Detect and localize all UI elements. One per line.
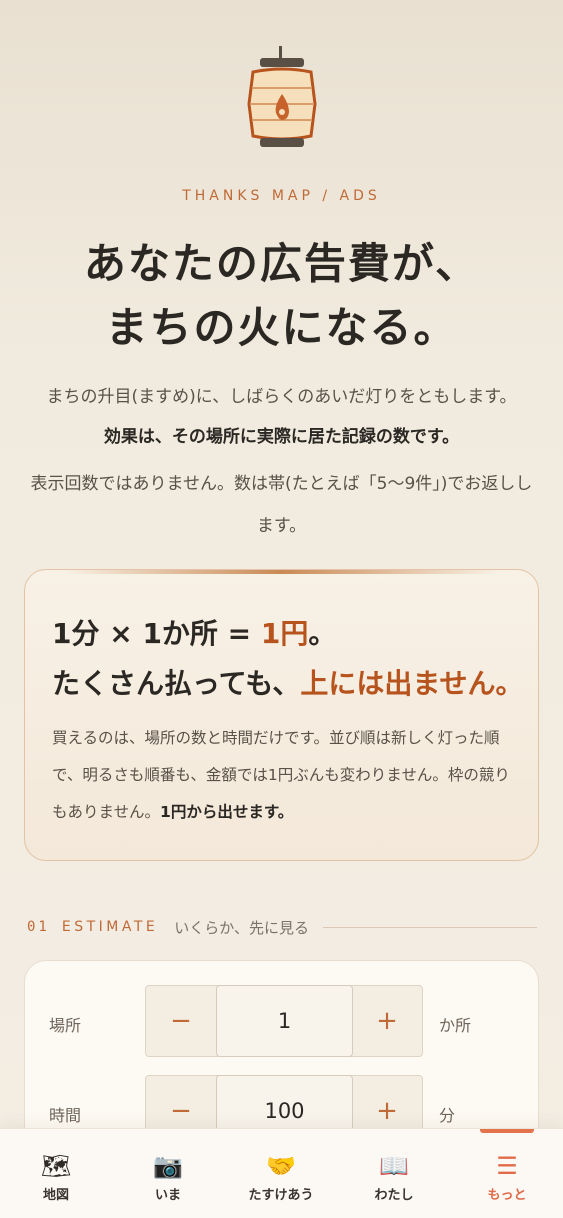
tab-map-label: 地図 <box>42 1188 69 1203</box>
handshake-icon: 🤝 <box>266 1152 296 1180</box>
pricing-body: 買えるのは、場所の数と時間だけです。並び順は新しく灯った順で、明るさも順番も、金… <box>52 720 517 831</box>
pricing-line-2: たくさん払っても、上には出ません。 <box>52 662 524 702</box>
headline-line-1: あなたの広告費が、 <box>83 239 480 288</box>
pricing-line-1: 1分 × 1か所 = 1円。 <box>52 612 336 652</box>
estimate-section-header: 01 ESTIMATE いくらか、先に見る <box>27 917 537 937</box>
camera-icon: 📷 <box>153 1152 183 1180</box>
pricing-formula: 1分 × 1か所 = <box>52 617 261 650</box>
tab-more[interactable]: ☰ もっと <box>451 1129 563 1218</box>
tab-help-label: たすけあう <box>248 1188 314 1203</box>
menu-icon: ☰ <box>496 1152 518 1180</box>
pricing-period: 。 <box>308 617 337 650</box>
minutes-unit: 分 <box>439 1106 456 1125</box>
section-number: 01 <box>27 919 50 935</box>
places-stepper: − 1 + <box>145 985 423 1057</box>
tab-help[interactable]: 🤝 たすけあう <box>225 1129 337 1218</box>
tab-now[interactable]: 📷 いま <box>112 1129 224 1218</box>
pricing-line-2-accent: 上には出ません。 <box>300 667 524 700</box>
pricing-card: 1分 × 1か所 = 1円。 たくさん払っても、上には出ません。 買えるのは、場… <box>24 569 539 861</box>
intro-text-3: 表示回数ではありません。数は帯(たとえば「5〜9件」)でお返しします。 <box>30 474 533 536</box>
intro-text-2: 効果は、その場所に実際に居た記録の数です。 <box>103 427 460 447</box>
places-unit: か所 <box>439 1016 472 1035</box>
tab-me-label: わたし <box>374 1188 414 1203</box>
tab-more-label: もっと <box>487 1188 527 1203</box>
section-subtitle: いくらか、先に見る <box>174 918 309 937</box>
places-increment-button[interactable]: + <box>352 986 422 1056</box>
lantern-icon <box>247 46 317 147</box>
card-top-glow <box>65 570 498 574</box>
intro-text-1: まちの升目(ますめ)に、しばらくのあいだ灯りをともします。 <box>46 387 517 407</box>
bottom-tab-bar: 🗺 地図 📷 いま 🤝 たすけあう 📖 わたし ☰ もっと <box>0 1128 563 1218</box>
places-decrement-button[interactable]: − <box>146 986 216 1056</box>
book-icon: 📖 <box>379 1152 409 1180</box>
world-map-icon: 🗺 <box>40 1152 72 1180</box>
eyebrow-label: THANKS MAP / ADS <box>182 188 381 204</box>
places-label: 場所 <box>49 1016 82 1035</box>
section-title: ESTIMATE <box>61 919 159 935</box>
tab-map[interactable]: 🗺 地図 <box>0 1129 112 1218</box>
minutes-label: 時間 <box>49 1106 82 1125</box>
pricing-line-2-prefix: たくさん払っても、 <box>52 667 301 700</box>
pricing-body-bold: 1円から出せます。 <box>160 803 294 821</box>
pricing-price: 1円 <box>260 617 309 650</box>
section-divider <box>322 926 537 928</box>
tab-now-label: いま <box>154 1188 181 1203</box>
places-input[interactable]: 1 <box>216 985 353 1057</box>
headline-line-2: まちの火になる。 <box>105 303 458 352</box>
tab-me[interactable]: 📖 わたし <box>338 1129 450 1218</box>
